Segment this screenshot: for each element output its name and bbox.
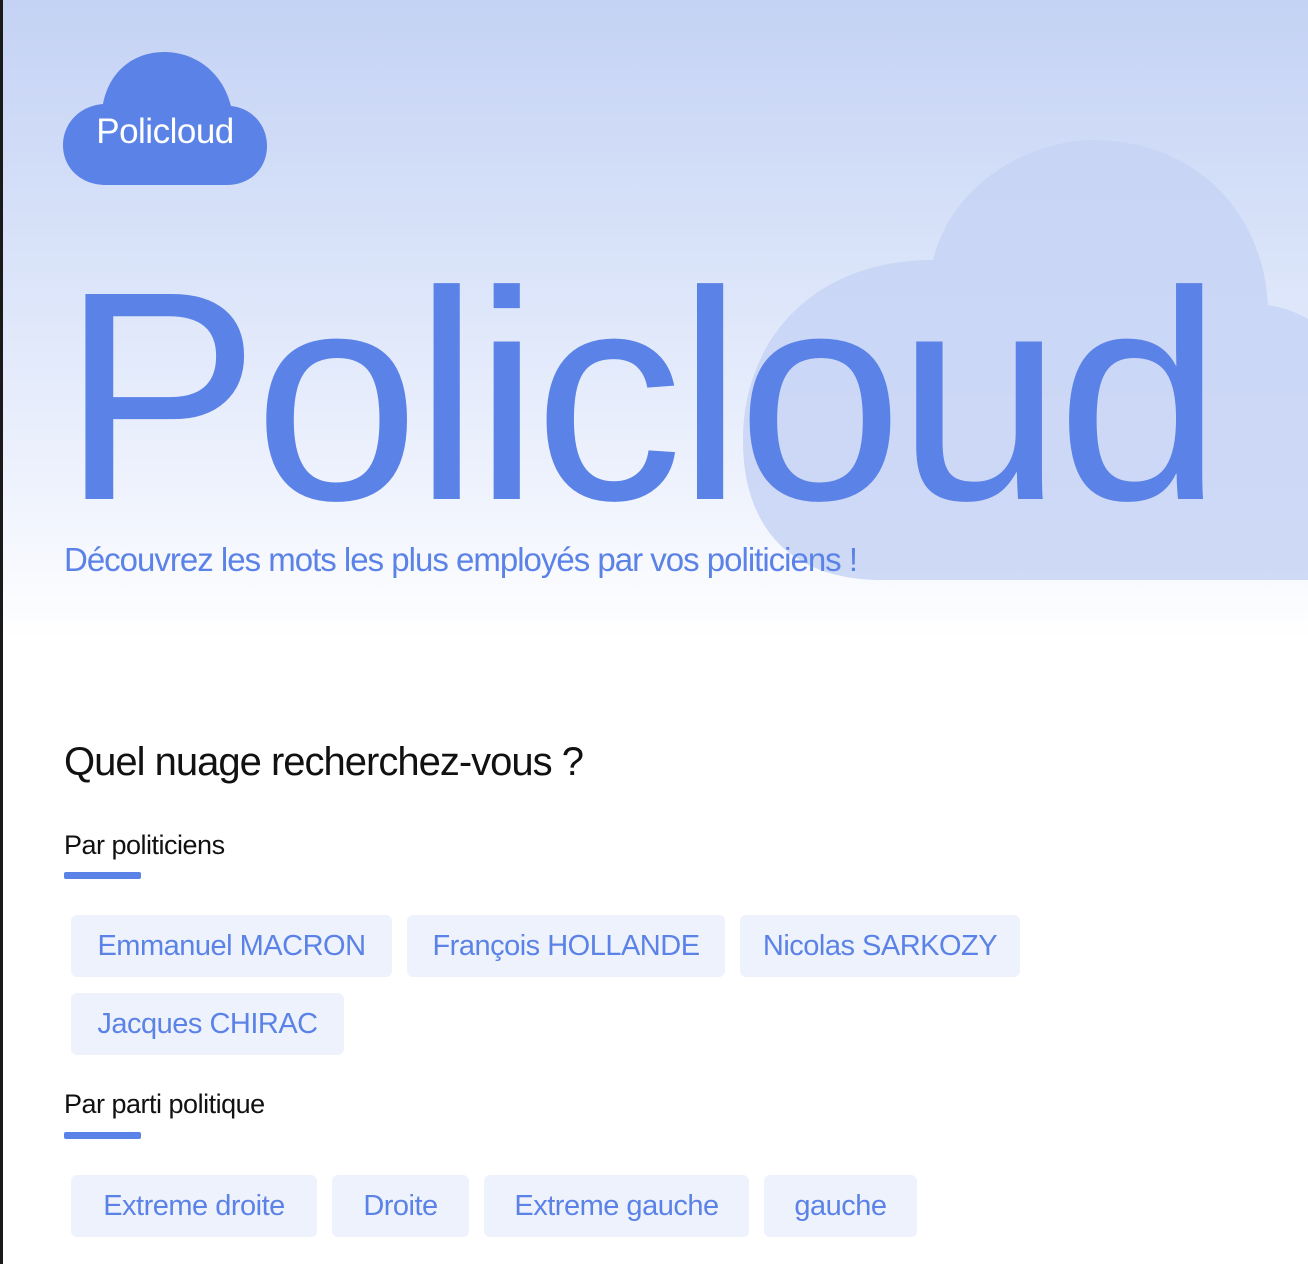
party-chip-extreme-gauche[interactable]: Extreme gauche [484, 1175, 749, 1237]
party-chip-gauche[interactable]: gauche [764, 1175, 917, 1237]
party-chip-extreme-droite[interactable]: Extreme droite [71, 1175, 317, 1237]
politicians-row-2: Jacques CHIRAC [71, 993, 344, 1055]
politicians-section-label: Par politiciens [64, 830, 225, 860]
page: Policloud Policloud Découvrez les mots l… [0, 0, 1308, 1264]
politician-chip-hollande[interactable]: François HOLLANDE [407, 915, 725, 977]
search-question-heading: Quel nuage recherchez-vous ? [64, 740, 584, 784]
politician-chip-chirac[interactable]: Jacques CHIRAC [71, 993, 344, 1055]
parties-section-label: Par parti politique [64, 1089, 265, 1119]
parties-row: Extreme droite Droite Extreme gauche gau… [71, 1175, 917, 1237]
hero-subtitle: Découvrez les mots les plus employés par… [64, 541, 858, 578]
party-chip-droite[interactable]: Droite [332, 1175, 469, 1237]
hero-banner: Policloud Policloud Découvrez les mots l… [3, 0, 1308, 640]
logo[interactable]: Policloud [61, 48, 269, 188]
politician-chip-macron[interactable]: Emmanuel MACRON [71, 915, 392, 977]
logo-text: Policloud [96, 112, 234, 151]
parties-section-underline [64, 1132, 141, 1139]
politicians-row-1: Emmanuel MACRON François HOLLANDE Nicola… [71, 915, 1020, 977]
politicians-section-underline [64, 872, 141, 879]
hero-title: Policloud [61, 230, 1222, 563]
politician-chip-sarkozy[interactable]: Nicolas SARKOZY [740, 915, 1020, 977]
